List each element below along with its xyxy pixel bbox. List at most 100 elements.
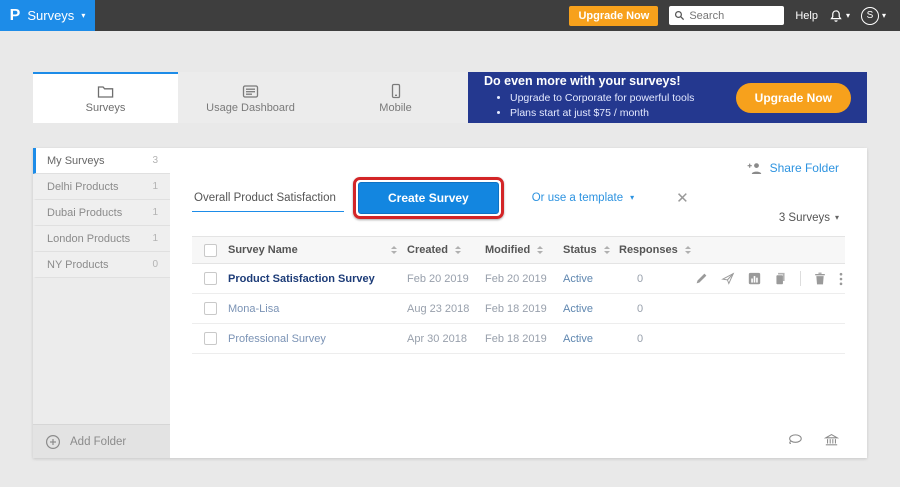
chevron-down-icon: ▾	[81, 12, 85, 20]
mobile-icon	[390, 83, 402, 99]
tabs-banner-band: Surveys Usage Dashboard Mobile Do even m…	[33, 72, 867, 123]
share-person-icon	[747, 162, 763, 175]
header-created[interactable]: Created	[407, 244, 485, 256]
search-input[interactable]	[689, 10, 779, 22]
table-row: Mona-Lisa Aug 23 2018 Feb 18 2019 Active…	[192, 294, 845, 324]
close-icon[interactable]: ✕	[676, 189, 689, 207]
sort-icon[interactable]	[537, 246, 543, 254]
folder-count: 3	[152, 155, 158, 166]
sidebar-item-ny-products[interactable]: NY Products 0	[33, 252, 170, 278]
folder-count: 1	[152, 207, 158, 218]
row-created: Feb 20 2019	[407, 273, 485, 285]
survey-name-input[interactable]	[192, 185, 344, 212]
tab-surveys[interactable]: Surveys	[33, 72, 178, 123]
surveys-panel: Share Folder Create Survey Or use a temp…	[170, 148, 867, 458]
folder-icon	[97, 84, 114, 99]
folder-label: Delhi Products	[47, 181, 119, 193]
top-bar: P Surveys ▾ Upgrade Now Help ▾ S ▾	[0, 0, 900, 31]
brand-menu[interactable]: P Surveys ▾	[0, 0, 95, 31]
tab-usage-dashboard[interactable]: Usage Dashboard	[178, 72, 323, 123]
topbar-actions: Upgrade Now Help ▾ S ▾	[569, 6, 900, 26]
table-row: Product Satisfaction Survey Feb 20 2019 …	[192, 264, 845, 294]
select-all-cell	[192, 244, 228, 257]
chevron-down-icon: ▾	[882, 12, 886, 20]
account-menu[interactable]: S ▾	[861, 7, 886, 25]
tab-label: Surveys	[86, 102, 126, 114]
header-label: Status	[563, 244, 597, 256]
survey-name-link[interactable]: Product Satisfaction Survey	[228, 273, 375, 285]
row-check-cell	[192, 302, 228, 315]
folder-label: London Products	[47, 233, 130, 245]
row-name-cell: Mona-Lisa	[228, 303, 407, 315]
row-check-cell	[192, 272, 228, 285]
tab-mobile[interactable]: Mobile	[323, 72, 468, 123]
folder-label: My Surveys	[47, 155, 104, 167]
row-name-cell: Professional Survey	[228, 333, 407, 345]
use-template-dropdown[interactable]: Or use a template ▾	[532, 192, 634, 204]
copy-icon[interactable]	[774, 272, 787, 285]
header-survey-name[interactable]: Survey Name	[228, 244, 407, 256]
share-folder-label: Share Folder	[770, 161, 839, 175]
upgrade-now-button[interactable]: Upgrade Now	[569, 6, 658, 26]
sort-icon[interactable]	[391, 246, 397, 254]
sidebar-item-my-surveys[interactable]: My Surveys 3	[33, 148, 170, 174]
row-created: Aug 23 2018	[407, 303, 485, 315]
search-icon	[674, 10, 685, 21]
notifications-menu[interactable]: ▾	[829, 9, 850, 23]
tab-label: Mobile	[379, 102, 411, 114]
sidebar-item-dubai-products[interactable]: Dubai Products 1	[33, 200, 170, 226]
feedback-loop-icon[interactable]	[787, 433, 803, 447]
surveys-table: Survey Name Created Modified Status Resp…	[192, 236, 845, 354]
archive-bank-icon[interactable]	[824, 433, 839, 447]
row-checkbox[interactable]	[204, 302, 217, 315]
edit-pencil-icon[interactable]	[695, 272, 708, 285]
avatar: S	[861, 7, 879, 25]
surveys-page: { "topbar": { "logo": "P", "brand_label"…	[0, 0, 900, 487]
row-checkbox[interactable]	[204, 332, 217, 345]
survey-name-link[interactable]: Mona-Lisa	[228, 303, 279, 315]
create-survey-button[interactable]: Create Survey	[358, 182, 499, 214]
table-header: Survey Name Created Modified Status Resp…	[192, 236, 845, 264]
banner-upgrade-button[interactable]: Upgrade Now	[736, 83, 851, 113]
select-all-checkbox[interactable]	[204, 244, 217, 257]
send-plane-icon[interactable]	[721, 272, 735, 285]
sidebar-spacer	[33, 278, 170, 424]
header-modified[interactable]: Modified	[485, 244, 563, 256]
sidebar-item-delhi-products[interactable]: Delhi Products 1	[33, 174, 170, 200]
row-created: Apr 30 2018	[407, 333, 485, 345]
status-badge: Active	[563, 303, 619, 315]
sort-icon[interactable]	[685, 246, 691, 254]
banner-bullet: Plans start at just $75 / month	[510, 106, 694, 121]
app-logo: P	[10, 8, 21, 24]
banner-bullet: Upgrade to Corporate for powerful tools	[510, 91, 694, 106]
header-responses[interactable]: Responses	[619, 244, 685, 256]
row-responses: 0	[619, 333, 685, 345]
row-responses: 0	[619, 303, 685, 315]
sidebar-item-london-products[interactable]: London Products 1	[33, 226, 170, 252]
header-label: Survey Name	[228, 244, 298, 256]
header-status[interactable]: Status	[563, 244, 619, 256]
row-checkbox[interactable]	[204, 272, 217, 285]
add-folder-button[interactable]: Add Folder	[33, 424, 170, 458]
share-folder-button[interactable]: Share Folder	[747, 161, 839, 175]
folder-label: NY Products	[47, 259, 109, 271]
row-modified: Feb 18 2019	[485, 303, 563, 315]
sort-icon[interactable]	[604, 246, 610, 254]
survey-name-link[interactable]: Professional Survey	[228, 333, 326, 345]
panel-footer-icons	[787, 433, 839, 447]
analytics-chart-icon[interactable]	[748, 272, 761, 285]
search-box[interactable]	[669, 6, 784, 25]
tab-label: Usage Dashboard	[206, 102, 295, 114]
survey-count-dropdown[interactable]: 3 Surveys ▾	[779, 212, 839, 224]
folder-count: 1	[152, 233, 158, 244]
help-link[interactable]: Help	[795, 10, 818, 22]
chevron-down-icon: ▾	[835, 214, 839, 222]
more-options-icon[interactable]	[839, 272, 843, 286]
actions-divider	[800, 271, 801, 286]
row-name-cell: Product Satisfaction Survey	[228, 273, 407, 285]
chevron-down-icon: ▾	[846, 12, 850, 20]
delete-trash-icon[interactable]	[814, 272, 826, 285]
header-label: Modified	[485, 244, 530, 256]
sort-icon[interactable]	[455, 246, 461, 254]
upgrade-banner: Do even more with your surveys! Upgrade …	[468, 72, 867, 123]
